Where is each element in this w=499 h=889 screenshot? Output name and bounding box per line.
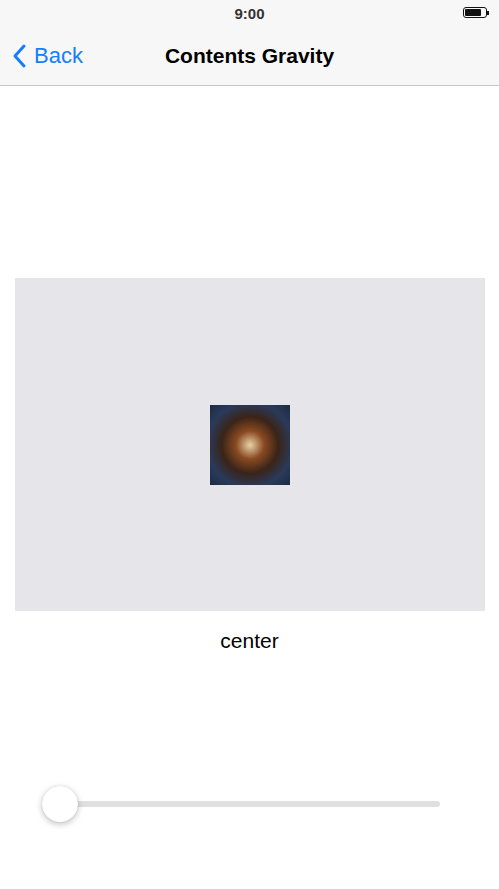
photo <box>210 405 290 485</box>
content: center <box>0 86 499 889</box>
gravity-label: center <box>212 627 286 655</box>
slider-row <box>42 801 458 807</box>
battery-icon <box>463 7 489 18</box>
nav-title: Contents Gravity <box>165 44 334 68</box>
slider-thumb[interactable] <box>42 786 78 822</box>
navigation-bar: Back Contents Gravity <box>0 27 499 86</box>
back-button[interactable]: Back <box>10 39 85 73</box>
screen: 9:00 Back Contents Gravity center <box>0 0 499 889</box>
status-time: 9:00 <box>234 5 264 22</box>
gravity-preview <box>15 278 485 611</box>
chevron-left-icon <box>12 44 26 68</box>
status-bar: 9:00 <box>0 0 499 27</box>
gravity-slider[interactable] <box>60 801 440 807</box>
